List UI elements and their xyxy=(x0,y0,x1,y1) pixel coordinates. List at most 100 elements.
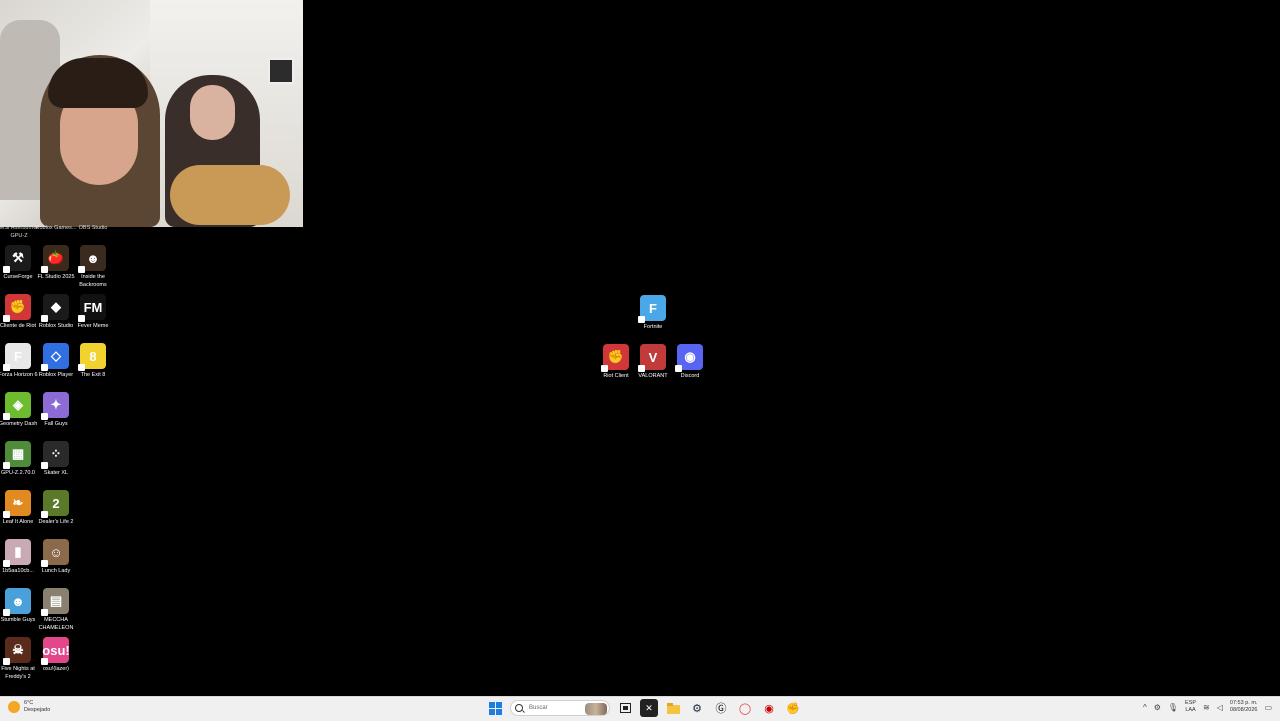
valorant-icon: V xyxy=(638,344,666,372)
desktop-shortcut[interactable]: ▮ 1b5aa10cb... xyxy=(0,539,38,575)
desktop-shortcut[interactable]: ✊ Riot Client xyxy=(596,344,636,380)
desktop-shortcut[interactable]: ◆ Roblox Studio xyxy=(36,294,76,330)
opera-icon: ◯ xyxy=(738,702,752,715)
shortcut-arrow-icon xyxy=(3,364,10,371)
fever-meme-icon: FM xyxy=(78,294,106,322)
start-button[interactable] xyxy=(486,699,504,717)
task-view-icon xyxy=(619,703,631,713)
shortcut-arrow-icon xyxy=(41,266,48,273)
geometry-dash-icon: ◈ xyxy=(3,392,31,420)
folder-icon xyxy=(666,702,680,714)
riot-client-icon: ✊ xyxy=(3,294,31,322)
icon-glyph: ◆ xyxy=(51,299,61,314)
icon-glyph: ▦ xyxy=(11,446,25,461)
shortcut-arrow-icon xyxy=(41,413,48,420)
icon-glyph: ✊ xyxy=(9,299,27,314)
desktop-shortcut[interactable]: F Fortnite xyxy=(633,295,673,331)
shortcut-arrow-icon xyxy=(3,609,10,616)
fnaf2-icon: ☠ xyxy=(3,637,31,665)
shortcut-arrow-icon xyxy=(3,511,10,518)
desktop-shortcut[interactable]: 2 Dealer's Life 2 xyxy=(36,490,76,526)
fl-studio-icon: 🍅 xyxy=(41,245,69,273)
icon-glyph: ◇ xyxy=(51,348,61,363)
riot-client-center-icon: ✊ xyxy=(601,344,629,372)
shortcut-arrow-icon xyxy=(3,560,10,567)
language-indicator[interactable]: ESP LAA xyxy=(1185,700,1196,714)
taskbar-capcut-button[interactable]: ✕ xyxy=(640,699,658,717)
desktop-shortcut[interactable]: ❧ Leaf It Alone xyxy=(0,490,38,526)
shortcut-arrow-icon xyxy=(638,316,645,323)
the-exit-8-icon: 8 xyxy=(78,343,106,371)
desktop-shortcut[interactable]: F Forza Horizon 6 xyxy=(0,343,38,379)
taskbar: 6°C Despejado Buscar ✕ ⚙ Ⓖ ◯ ◉ ✊ ^ ⚙ 🎙 E… xyxy=(0,696,1280,721)
shortcut-arrow-icon xyxy=(78,266,85,273)
riot-taskbar-button[interactable]: ✊ xyxy=(784,699,802,717)
desktop-shortcut[interactable]: 8 The Exit 8 xyxy=(73,343,113,379)
shortcut-arrow-icon xyxy=(78,315,85,322)
shortcut-arrow-icon xyxy=(41,560,48,567)
desktop-shortcut[interactable]: FM Fever Meme xyxy=(73,294,113,330)
search-placeholder: Buscar xyxy=(529,705,548,711)
skater-xl-icon: ⁘ xyxy=(41,441,69,469)
shortcut-arrow-icon xyxy=(41,462,48,469)
desktop-shortcut[interactable]: ▦ GPU-Z.2.70.0 xyxy=(0,441,38,477)
cut-icon-label: OBS Studio xyxy=(78,225,108,231)
desktop-shortcut-label: osu!(lazer) xyxy=(43,666,69,672)
shortcut-arrow-icon xyxy=(638,365,645,372)
icon-glyph: osu! xyxy=(42,642,70,658)
taskbar-search[interactable]: Buscar xyxy=(510,700,610,716)
fall-guys-icon: ✦ xyxy=(41,392,69,420)
weather-widget[interactable]: 6°C Despejado xyxy=(8,700,50,714)
desktop-shortcut[interactable]: ✊ Cliente de Riot xyxy=(0,294,38,330)
icon-glyph: ☻ xyxy=(11,593,25,609)
desktop-shortcut[interactable]: ☻ Inside the Backrooms xyxy=(73,245,113,289)
obs-icon: ◉ xyxy=(764,702,774,715)
windows-icon xyxy=(488,701,502,715)
clock-time: 07:53 p. m. xyxy=(1229,700,1258,706)
shortcut-arrow-icon xyxy=(3,413,10,420)
desktop-shortcut[interactable]: ▤ MECCHA CHAMELEON xyxy=(36,588,76,632)
browser-icon: Ⓖ xyxy=(715,703,727,715)
desktop-shortcut[interactable]: ◇ Roblox Player xyxy=(36,343,76,379)
desktop-shortcut[interactable]: ◉ Discord xyxy=(670,344,710,380)
network-tray-icon[interactable]: ⚙ xyxy=(1154,703,1161,712)
opera-button[interactable]: ◯ xyxy=(736,699,754,717)
fortnite-icon: F xyxy=(638,295,666,323)
desktop-shortcut[interactable]: osu! osu!(lazer) xyxy=(36,637,76,673)
desktop-shortcut[interactable]: ⚒ CurseForge xyxy=(0,245,38,281)
clock[interactable]: 07:53 p. m. 08/08/2026 xyxy=(1230,700,1258,714)
browser-button[interactable]: Ⓖ xyxy=(712,699,730,717)
icon-glyph: ❧ xyxy=(12,495,24,510)
chevron-up-icon[interactable]: ^ xyxy=(1143,703,1147,712)
desktop-shortcut[interactable]: ⁘ Skater XL xyxy=(36,441,76,477)
osu-icon: osu! xyxy=(41,637,70,665)
steam-button[interactable]: ⚙ xyxy=(688,699,706,717)
lunch-lady-icon: ☺ xyxy=(41,539,69,567)
shortcut-arrow-icon xyxy=(78,364,85,371)
riot-icon: ✊ xyxy=(786,702,800,715)
icon-glyph: ✦ xyxy=(50,397,62,412)
wifi-icon[interactable]: ≋ xyxy=(1203,703,1210,712)
icon-glyph: F xyxy=(649,300,657,316)
desktop-shortcut[interactable]: V VALORANT xyxy=(633,344,673,380)
discord-icon: ◉ xyxy=(675,344,703,372)
desktop-shortcut-label: Fever Meme xyxy=(77,323,109,329)
desktop-shortcut[interactable]: ◈ Geometry Dash xyxy=(0,392,38,428)
weather-temp: 6°C xyxy=(24,700,34,706)
task-view-button[interactable] xyxy=(616,699,634,717)
desktop-shortcut[interactable]: ☠ Five Nights at Freddy's 2 xyxy=(0,637,38,681)
forza-horizon-icon: F xyxy=(3,343,31,371)
leaf-it-alone-icon: ❧ xyxy=(3,490,31,518)
taskbar-center: Buscar ✕ ⚙ Ⓖ ◯ ◉ ✊ xyxy=(486,699,802,717)
desktop-shortcut[interactable]: ☻ Stumble Guys xyxy=(0,588,38,624)
file-explorer-button[interactable] xyxy=(664,699,682,717)
desktop-shortcut[interactable]: 🍅 FL Studio 2025 xyxy=(36,245,76,281)
desktop-shortcut[interactable]: ☺ Lunch Lady xyxy=(36,539,76,575)
volume-icon[interactable]: ◁ xyxy=(1217,703,1223,712)
webcam-overlay xyxy=(0,0,303,227)
obs-button[interactable]: ◉ xyxy=(760,699,778,717)
notifications-icon[interactable]: ▭ xyxy=(1264,703,1272,712)
microphone-icon[interactable]: 🎙 xyxy=(1168,703,1178,712)
icon-glyph: ⚒ xyxy=(12,250,24,265)
desktop-shortcut[interactable]: ✦ Fall Guys xyxy=(36,392,76,428)
